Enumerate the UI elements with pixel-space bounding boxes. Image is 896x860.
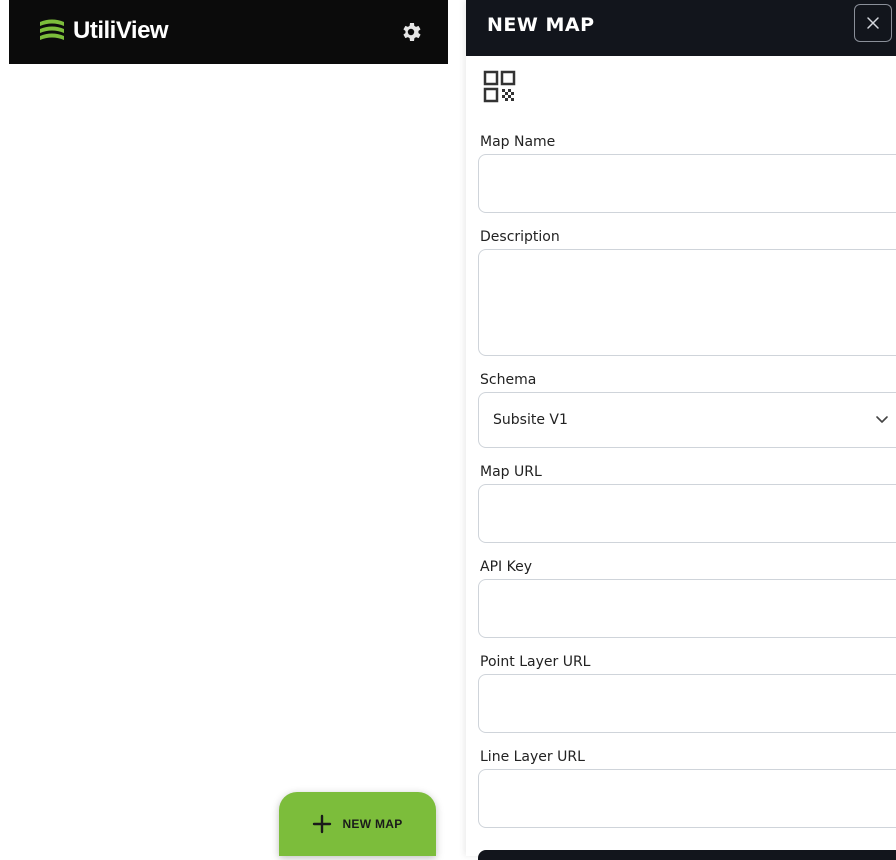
- panel-title: NEW MAP: [487, 14, 595, 36]
- new-map-button-label: NEW MAP: [342, 817, 403, 831]
- close-icon: [867, 17, 879, 29]
- schema-selected-value: Subsite V1: [493, 412, 568, 428]
- line-layer-url-input[interactable]: [478, 769, 896, 828]
- point-layer-url-input[interactable]: [478, 674, 896, 733]
- panel-header: NEW MAP: [466, 0, 896, 56]
- brand-logo[interactable]: UtiliView: [37, 16, 169, 46]
- new-map-panel: NEW MAP Map Name Description Schema Subs…: [466, 0, 896, 860]
- schema-label: Schema: [480, 372, 537, 388]
- new-map-button[interactable]: NEW MAP: [279, 792, 436, 856]
- description-input[interactable]: [478, 249, 896, 356]
- app-main-area: UtiliView NEW MAP: [0, 0, 460, 856]
- schema-select[interactable]: Subsite V1: [478, 392, 896, 448]
- close-button[interactable]: [854, 4, 892, 42]
- app-header: UtiliView: [9, 0, 448, 64]
- point-layer-url-label: Point Layer URL: [480, 654, 591, 670]
- description-label: Description: [480, 229, 560, 245]
- qr-code-icon[interactable]: [483, 70, 517, 104]
- submit-button[interactable]: [478, 850, 896, 860]
- api-key-label: API Key: [480, 559, 532, 575]
- layers-icon: [40, 19, 64, 40]
- api-key-input[interactable]: [478, 579, 896, 638]
- map-url-input[interactable]: [478, 484, 896, 543]
- map-name-input[interactable]: [478, 154, 896, 213]
- plus-icon: [313, 814, 332, 834]
- chevron-down-icon: [876, 416, 888, 423]
- map-url-label: Map URL: [480, 464, 542, 480]
- map-name-label: Map Name: [480, 134, 556, 150]
- brand-name: UtiliView: [73, 17, 169, 44]
- line-layer-url-label: Line Layer URL: [480, 749, 585, 765]
- gear-icon[interactable]: [399, 20, 423, 44]
